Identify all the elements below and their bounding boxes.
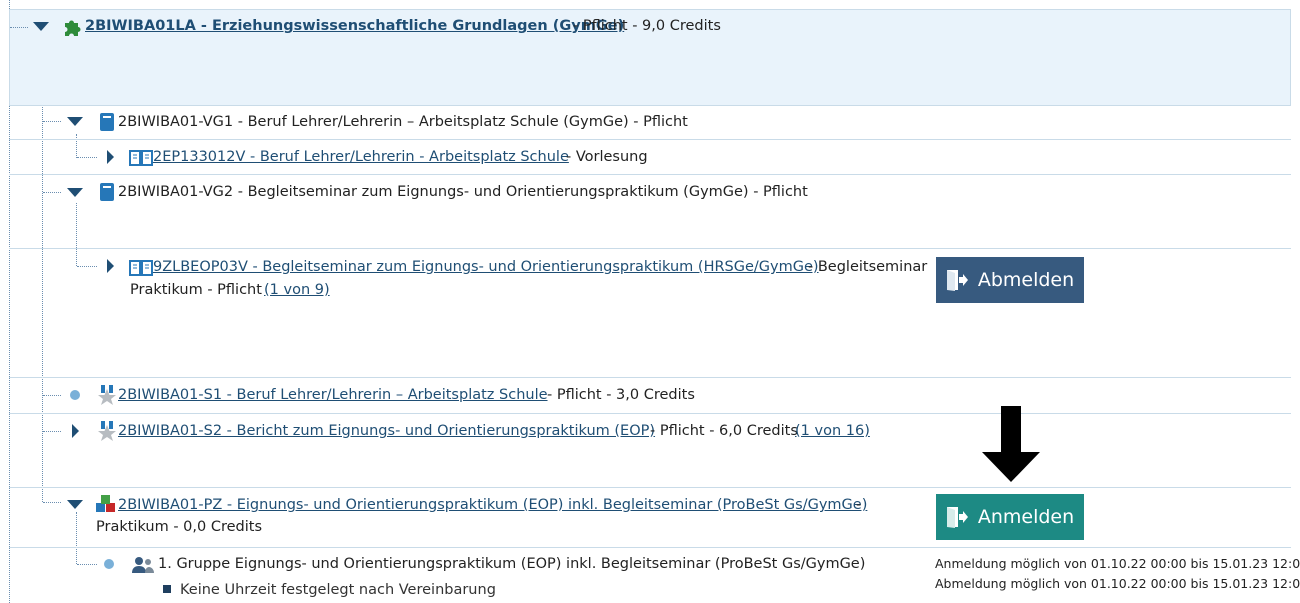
vg2-count-link[interactable]: (1 von 9) — [264, 282, 330, 298]
award-icon — [98, 385, 116, 405]
vg2-course-suffix: - Begleitseminar — [808, 259, 928, 275]
chevron-right-icon[interactable] — [72, 424, 79, 438]
tree-connector — [10, 27, 28, 28]
pz-suffix: - — [856, 497, 862, 513]
square-bullet — [163, 585, 171, 593]
s1-link[interactable]: 2BIWIBA01-S1 - Beruf Lehrer/Lehrerin – A… — [118, 387, 548, 403]
s1-suffix: - Pflicht - 3,0 Credits — [547, 387, 695, 403]
arrow-down-icon — [982, 406, 1040, 482]
bullet-dot — [70, 390, 80, 400]
chevron-right-icon[interactable] — [107, 150, 114, 164]
tree-connector — [77, 564, 97, 565]
puzzle-icon — [65, 20, 81, 36]
s2-count-link[interactable]: (1 von 16) — [795, 423, 870, 439]
chevron-right-icon[interactable] — [107, 259, 114, 273]
group-icon — [132, 557, 154, 573]
bullet-dot — [104, 559, 114, 569]
chevron-down-icon[interactable] — [67, 117, 83, 126]
abmelden-button[interactable]: Abmelden — [936, 257, 1084, 303]
vg2-title: 2BIWIBA01-VG2 - Begleitseminar zum Eignu… — [118, 184, 808, 200]
chevron-down-icon[interactable] — [67, 500, 83, 509]
tree-connector — [43, 502, 61, 503]
cubes-icon — [96, 495, 115, 512]
vg1-title: 2BIWIBA01-VG1 - Beruf Lehrer/Lehrerin – … — [118, 114, 688, 130]
vg2-course-link[interactable]: 9ZLBEOP03V - Begleitseminar zum Eignungs… — [153, 259, 819, 275]
tree-connector — [43, 431, 61, 432]
pz-link[interactable]: 2BIWIBA01-PZ - Eignungs- und Orientierun… — [118, 497, 867, 513]
tree-connector — [43, 395, 61, 396]
module-suffix: - Pflicht - 9,0 Credits — [573, 18, 721, 34]
award-icon — [98, 421, 116, 441]
anmeldung-info: Anmeldung möglich von 01.10.22 00:00 bis… — [935, 556, 1300, 571]
group-title: 1. Gruppe Eignungs- und Orientierungspra… — [158, 556, 866, 572]
abmeldung-info: Abmeldung möglich von 01.10.22 00:00 bis… — [935, 576, 1300, 591]
vg1-course-link[interactable]: 2EP133012V - Beruf Lehrer/Lehrerin - Arb… — [153, 149, 569, 165]
tree-connector — [77, 157, 97, 158]
open-book-icon — [129, 260, 153, 276]
abmelden-label: Abmelden — [977, 269, 1075, 291]
door-enter-icon — [946, 507, 968, 528]
s2-link[interactable]: 2BIWIBA01-S2 - Bericht zum Eignungs- und… — [118, 423, 655, 439]
vg2-course-line2: Praktikum - Pflicht — [130, 282, 262, 298]
door-exit-icon — [946, 270, 968, 291]
chevron-down-icon[interactable] — [67, 188, 83, 197]
tree-connector — [77, 266, 97, 267]
s2-suffix: - Pflicht - 6,0 Credits — [650, 423, 798, 439]
tree-connector — [43, 121, 61, 122]
book-icon — [100, 183, 114, 201]
book-icon — [100, 113, 114, 131]
tree-connector — [43, 192, 61, 193]
open-book-icon — [129, 150, 153, 166]
anmelden-label: Anmelden — [977, 506, 1075, 528]
pz-line2: Praktikum - 0,0 Credits — [96, 519, 262, 535]
module-link[interactable]: 2BIWIBA01LA - Erziehungswissenschaftlich… — [85, 18, 624, 34]
anmelden-button[interactable]: Anmelden — [936, 494, 1084, 540]
vg1-course-suffix: - Vorlesung — [566, 149, 648, 165]
chevron-down-icon[interactable] — [33, 22, 49, 31]
group-time-note: Keine Uhrzeit festgelegt nach Vereinbaru… — [180, 582, 496, 598]
